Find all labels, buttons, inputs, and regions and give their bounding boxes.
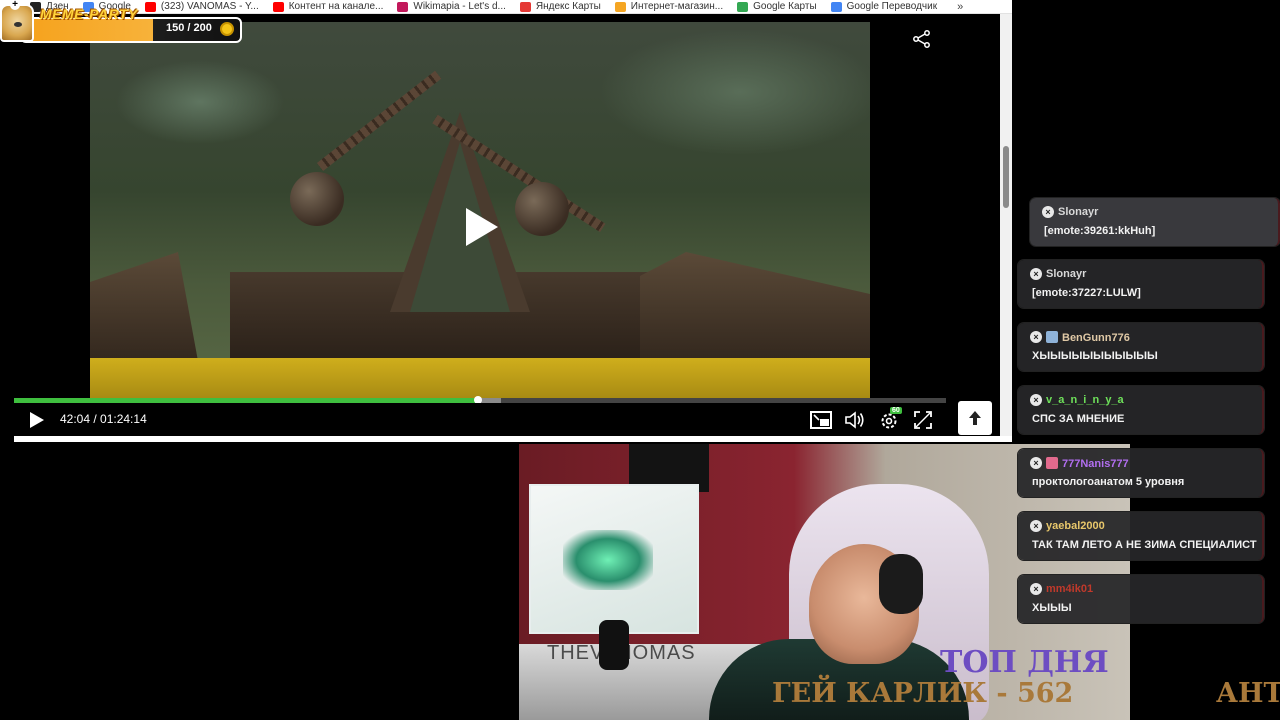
bookmark-label: Яндекс Карты xyxy=(535,1,601,12)
chat-username: 777Nanis777 xyxy=(1046,457,1129,470)
bookmark-label: Wikimapia - Let's d... xyxy=(413,1,506,12)
chat-message: × mm4ik01 ХЫЫЫ xyxy=(1018,575,1264,623)
play-overlay-icon[interactable] xyxy=(466,208,498,246)
chat-username-text: Slonayr xyxy=(1046,268,1087,280)
pc-glow xyxy=(563,530,653,590)
chat-message: × Slonayr [emote:39261:kkHuh] xyxy=(1030,198,1280,246)
page-bottom-edge xyxy=(946,436,1012,442)
bookmark-label: Google Переводчик xyxy=(846,1,938,12)
volume-icon[interactable] xyxy=(844,409,866,431)
page-scrollbar[interactable] xyxy=(1000,14,1012,442)
arrow-up-icon xyxy=(969,411,981,425)
video-scene-ball-right xyxy=(515,182,569,236)
chat-username-text: BenGunn776 xyxy=(1062,332,1130,344)
chat-username-text: mm4ik01 xyxy=(1046,583,1094,595)
video-scene-side-left xyxy=(90,252,200,372)
headphones xyxy=(879,554,923,614)
play-button[interactable] xyxy=(30,412,44,428)
close-icon[interactable]: × xyxy=(1030,583,1042,595)
chat-message-text: [emote:37227:LULW] xyxy=(1032,287,1141,299)
close-icon[interactable]: × xyxy=(1030,331,1042,343)
video-scene-ball-left xyxy=(290,172,344,226)
meme-party-count: 150 / 200 xyxy=(166,22,212,34)
meme-party-widget: + MEME-PARTY 150 / 200 xyxy=(0,0,244,44)
bookmark-item[interactable]: Яндекс Карты xyxy=(519,1,601,12)
bookmark-favicon-icon xyxy=(614,1,626,12)
meme-party-title: MEME-PARTY xyxy=(40,6,138,22)
chat-message-text: [emote:39261:kkHuh] xyxy=(1044,225,1156,237)
chat-username-text: v_a_n_i_n_y_a xyxy=(1046,394,1124,406)
bookmark-item[interactable]: Интернет-магазин... xyxy=(614,1,724,12)
fullscreen-icon[interactable] xyxy=(912,409,934,431)
scrollbar-thumb[interactable] xyxy=(1003,146,1009,208)
bookmark-item[interactable]: Wikimapia - Let's d... xyxy=(397,1,506,12)
chat-username-text: yaebal2000 xyxy=(1046,520,1105,532)
chat-username: mm4ik01 xyxy=(1046,583,1093,595)
close-icon[interactable]: × xyxy=(1030,457,1042,469)
video-player[interactable]: 42:04 / 01:24:14 60 xyxy=(14,22,946,442)
screen: Дзен Google (323) VANOMAS - Y... Контент на… xyxy=(0,0,1280,720)
chat-username: Slonayr xyxy=(1046,268,1086,280)
picture-in-picture-icon[interactable] xyxy=(810,409,832,431)
user-badge-icon xyxy=(1046,331,1058,343)
chat-username: yaebal2000 xyxy=(1046,520,1105,532)
player-bottom-border xyxy=(14,436,946,442)
chat-username: v_a_n_i_n_y_a xyxy=(1046,394,1124,406)
close-icon[interactable]: × xyxy=(1030,520,1042,532)
bookmark-label: Контент на канале... xyxy=(288,1,384,12)
close-icon[interactable]: × xyxy=(1042,206,1054,218)
bookmark-item[interactable]: Google Переводчик xyxy=(830,1,938,12)
bookmark-favicon-icon xyxy=(519,1,531,12)
add-tab-icon[interactable]: + xyxy=(10,0,20,10)
chat-username: BenGunn776 xyxy=(1046,331,1130,344)
bookmark-favicon-icon xyxy=(737,1,749,12)
bookmark-favicon-icon xyxy=(272,1,284,12)
overlay-rank-line: ГЕЙ КАРЛИК - 562 xyxy=(772,678,1074,709)
bookmark-label: Google Карты xyxy=(753,1,817,12)
chat-message: × Slonayr [emote:37227:LULW] xyxy=(1018,260,1264,308)
share-icon[interactable] xyxy=(912,30,932,48)
chat-message-text: ХЫЫЫ xyxy=(1032,602,1072,614)
time-display: 42:04 / 01:24:14 xyxy=(60,412,147,426)
chat-username: Slonayr xyxy=(1058,206,1098,218)
bookmark-favicon-icon xyxy=(830,1,842,12)
microphone xyxy=(599,620,629,670)
chat-message-text: СПС ЗА МНЕНИЕ xyxy=(1032,413,1125,425)
chat-message: × yaebal2000 ТАК ТАМ ЛЕТО А НЕ ЗИМА СПЕЦИА… xyxy=(1018,512,1264,560)
overlay-right-fragment: АНТ xyxy=(1216,678,1280,709)
bookmark-item[interactable]: Контент на канале... xyxy=(272,1,384,12)
close-icon[interactable]: × xyxy=(1030,394,1042,406)
user-badge-icon xyxy=(1046,457,1058,469)
scroll-to-top-button[interactable] xyxy=(958,401,992,435)
chat-username-text: 777Nanis777 xyxy=(1062,458,1129,470)
bookmarks-more-button[interactable]: » xyxy=(957,1,963,13)
chat-message-text: ХЫЫЫЫЫЫЫЫЫЫЫ xyxy=(1032,350,1158,362)
bookmark-favicon-icon xyxy=(397,1,409,12)
quality-badge: 60 xyxy=(890,407,902,414)
chat-overlay: × Slonayr [emote:39261:kkHuh] × Slonayr [emot… xyxy=(1014,190,1280,630)
overlay-top-day: ТОП ДНЯ xyxy=(940,645,1109,680)
video-scene-yellow-beam xyxy=(90,358,870,398)
video-scene-side-right xyxy=(640,252,870,372)
chat-message: × BenGunn776 ХЫЫЫЫЫЫЫЫЫЫЫ xyxy=(1018,323,1264,371)
close-icon[interactable]: × xyxy=(1030,268,1042,280)
chat-username-text: Slonayr xyxy=(1058,206,1099,218)
player-controls: 42:04 / 01:24:14 60 xyxy=(14,403,946,436)
chat-message-text: ТАК ТАМ ЛЕТО А НЕ ЗИМА СПЕЦИАЛИСТ xyxy=(1032,539,1257,551)
chat-message-text: проктологоанатом 5 уровня xyxy=(1032,476,1185,488)
coin-icon xyxy=(220,22,234,36)
chat-message: × v_a_n_i_n_y_a СПС ЗА МНЕНИЕ xyxy=(1018,386,1264,434)
bookmark-item[interactable]: Google Карты xyxy=(737,1,817,12)
chat-message: × 777Nanis777 проктологоанатом 5 уровня xyxy=(1018,449,1264,497)
bookmark-label: Интернет-магазин... xyxy=(630,1,724,12)
